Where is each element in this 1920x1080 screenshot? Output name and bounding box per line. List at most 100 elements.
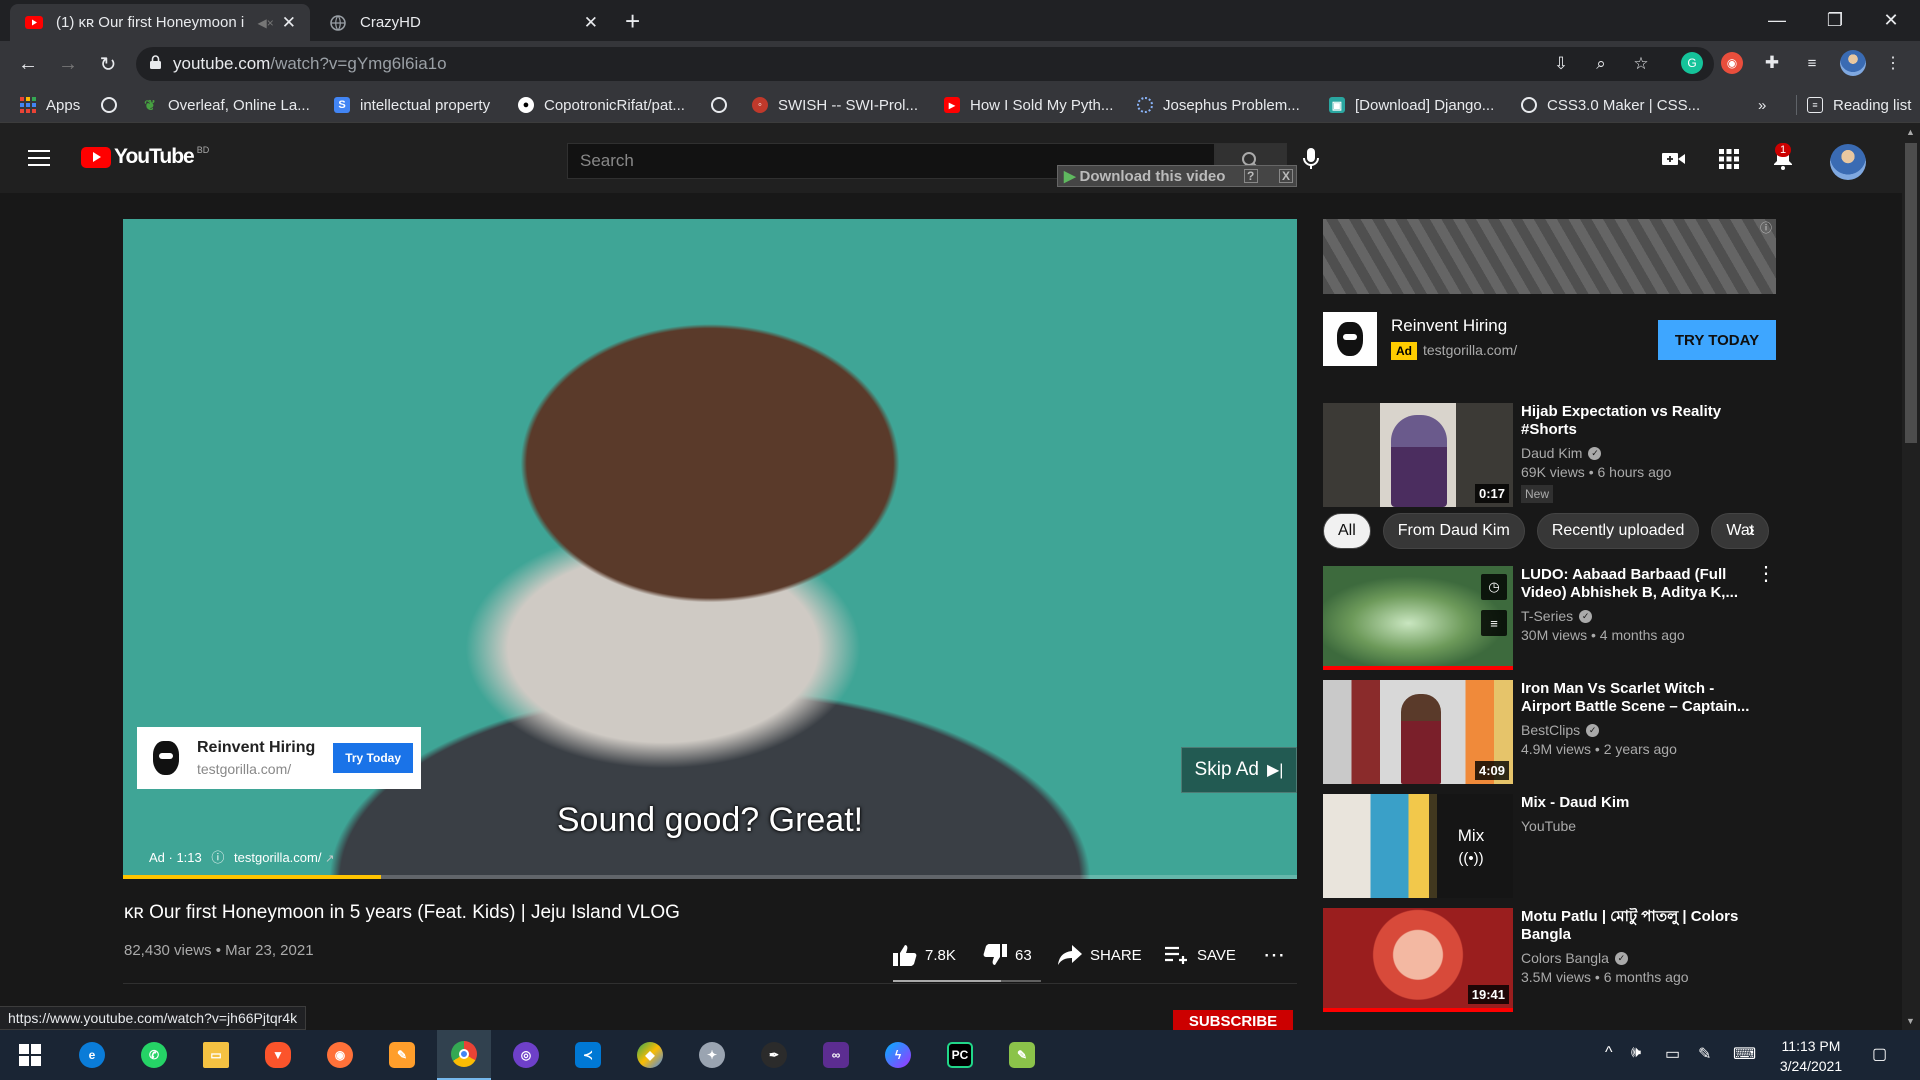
bookmark-globe[interactable] [101, 95, 127, 115]
maximize-button[interactable]: ❐ [1806, 0, 1864, 41]
bookmark-josephus[interactable]: Josephus Problem... [1137, 95, 1300, 115]
system-clock[interactable]: 11:13 PM 3/24/2021 [1772, 1036, 1850, 1076]
close-tab-icon[interactable]: ✕ [282, 13, 296, 33]
new-tab-button[interactable]: + [625, 6, 640, 37]
download-help-icon[interactable]: ? [1243, 169, 1258, 183]
audio-muted-icon[interactable]: ◀× [258, 16, 274, 30]
youtube-logo[interactable]: YouTube BD [81, 145, 209, 169]
chip-all[interactable]: All [1323, 513, 1371, 549]
video-thumbnail[interactable]: ◷ ≡ [1323, 566, 1513, 670]
scrollbar-thumb[interactable] [1905, 143, 1917, 443]
chevron-right-icon[interactable]: › [1748, 519, 1755, 542]
address-bar[interactable]: youtube.com/watch?v=gYmg6l6ia1o [136, 47, 1714, 81]
scroll-down-arrow-icon[interactable]: ▼ [1906, 1016, 1915, 1026]
bookmark-overleaf[interactable]: ❦ Overleaf, Online La... [142, 95, 310, 115]
minimize-button[interactable]: — [1748, 0, 1806, 41]
show-hidden-icons-icon[interactable]: ^ [1605, 1044, 1613, 1062]
external-link-icon[interactable]: ↗ [325, 853, 334, 865]
more-actions-icon[interactable]: ⋯ [1263, 940, 1285, 970]
github-desktop-icon[interactable]: ◎ [499, 1030, 553, 1080]
notepad-icon[interactable]: ✎ [995, 1030, 1049, 1080]
download-video-bar[interactable]: ▶ Download this video ? X [1057, 165, 1297, 187]
bookmark-css-maker[interactable]: CSS3.0 Maker | CSS... [1521, 95, 1700, 115]
bookmark-github[interactable]: ● CopotronicRifat/pat... [518, 95, 685, 115]
messenger-icon[interactable]: ϟ [871, 1030, 925, 1080]
video-thumbnail[interactable]: 19:41 [1323, 908, 1513, 1012]
chip-watched[interactable]: Wat [1711, 513, 1770, 549]
reading-list-button[interactable]: ≡ Reading list [1796, 95, 1911, 115]
app-gray-icon[interactable]: ✦ [685, 1030, 739, 1080]
network-icon[interactable]: ▭ [1665, 1044, 1680, 1064]
add-to-queue-icon[interactable]: ≡ [1481, 610, 1507, 636]
search-input[interactable] [580, 151, 1080, 171]
action-center-icon[interactable]: ▢ [1872, 1044, 1887, 1064]
pen-icon[interactable]: ✎ [1698, 1044, 1711, 1064]
apps-grid-icon[interactable] [1715, 145, 1743, 173]
ad-progress-bar[interactable] [123, 875, 1297, 879]
windows-start-icon[interactable] [3, 1030, 57, 1080]
chip-from-daud-kim[interactable]: From Daud Kim [1382, 513, 1525, 549]
recommended-mix[interactable]: Mix ((•)) Mix - Daud Kim YouTube [1323, 794, 1776, 898]
vscode-icon[interactable]: ≺ [561, 1030, 615, 1080]
download-close-icon[interactable]: X [1278, 169, 1293, 183]
ad-card-try-today-button[interactable]: Try Today [333, 743, 413, 773]
chrome-menu-icon[interactable]: ⋮ [1882, 52, 1904, 74]
tab-youtube[interactable]: (1) ᴋʀ Our first Honeymoon i ◀× ✕ [10, 4, 310, 41]
more-options-icon[interactable]: ⋮ [1756, 564, 1776, 584]
channel-name[interactable]: BestClips ✓ [1521, 722, 1751, 738]
sidebar-ad[interactable]: Reinvent Hiring Ad testgorilla.com/ TRY … [1323, 312, 1776, 368]
puzzle-extensions-icon[interactable]: ✚ [1761, 52, 1783, 74]
bookmark-globe-2[interactable] [711, 95, 737, 115]
close-tab-icon[interactable]: ✕ [584, 13, 598, 33]
visual-studio-icon[interactable]: ∞ [809, 1030, 863, 1080]
recommended-video[interactable]: 19:41 Motu Patlu | মোটু পাতলু | Colors B… [1323, 908, 1776, 1012]
ad-info-icon[interactable]: ⓘ [1760, 219, 1772, 236]
info-icon[interactable]: ⓘ [211, 850, 224, 865]
extension-icon[interactable]: ◉ [1721, 52, 1743, 74]
like-button[interactable]: 7.8K [893, 940, 956, 970]
inkscape-icon[interactable]: ✒ [747, 1030, 801, 1080]
scroll-up-arrow-icon[interactable]: ▲ [1906, 127, 1915, 137]
pycharm-icon[interactable]: PC [933, 1030, 987, 1080]
lock-icon[interactable] [150, 54, 161, 74]
recommended-video[interactable]: 4:09 Iron Man Vs Scarlet Witch - Airport… [1323, 680, 1776, 784]
channel-name[interactable]: T-Series ✓ [1521, 608, 1751, 624]
watch-later-clock-icon[interactable]: ◷ [1481, 574, 1507, 600]
bookmark-intellectual-property[interactable]: Sintellectual property [334, 95, 490, 115]
bookmark-youtube[interactable]: ▶ How I Sold My Pyth... [944, 95, 1113, 115]
share-button[interactable]: SHARE [1058, 940, 1142, 970]
recommended-video[interactable]: ◷ ≡ LUDO: Aabaad Barbaad (Full Video) Ab… [1323, 564, 1776, 670]
brave-icon[interactable]: ▼ [251, 1030, 305, 1080]
channel-name[interactable]: YouTube [1521, 818, 1751, 834]
video-player[interactable]: Sound good? Great! Reinvent Hiring testg… [123, 219, 1297, 879]
volume-icon[interactable]: 🕪 [1631, 1044, 1641, 1062]
skip-ad-button[interactable]: Skip Ad ▶| [1181, 747, 1297, 793]
subscribe-button[interactable]: SUBSCRIBE [1173, 1010, 1293, 1030]
file-explorer-icon[interactable]: ▭ [189, 1030, 243, 1080]
firefox-icon[interactable]: ◉ [313, 1030, 367, 1080]
hamburger-menu-icon[interactable] [28, 150, 50, 166]
zoom-icon[interactable]: ⌕ [1590, 53, 1612, 75]
edge-icon[interactable]: e [65, 1030, 119, 1080]
grammarly-icon[interactable]: G [1681, 52, 1703, 74]
media-queue-icon[interactable]: ≡ [1801, 52, 1823, 74]
recommended-video[interactable]: 0:17 Hijab Expectation vs Reality #Short… [1323, 403, 1776, 507]
ad-link[interactable]: testgorilla.com/ [234, 850, 321, 865]
microphone-icon[interactable] [1302, 147, 1320, 176]
chrome-icon[interactable] [437, 1030, 491, 1080]
try-today-button[interactable]: TRY TODAY [1658, 320, 1776, 360]
save-button[interactable]: SAVE [1165, 940, 1236, 970]
install-app-icon[interactable]: ⇩ [1550, 53, 1572, 75]
create-video-icon[interactable] [1660, 145, 1688, 173]
video-thumbnail[interactable]: 0:17 [1323, 403, 1513, 507]
close-window-button[interactable]: ✕ [1862, 0, 1920, 41]
channel-name[interactable]: Colors Bangla ✓ [1521, 950, 1751, 966]
bookmark-apps[interactable]: Apps [20, 95, 80, 115]
dislike-button[interactable]: 63 [983, 940, 1032, 970]
tab-crazyhd[interactable]: CrazyHD ✕ [314, 4, 612, 41]
keyboard-icon[interactable]: ⌨ [1733, 1044, 1756, 1064]
channel-name[interactable]: Daud Kim ✓ [1521, 445, 1751, 461]
account-avatar[interactable] [1830, 144, 1866, 180]
bookmark-swish[interactable]: ◦ SWISH -- SWI-Prol... [752, 95, 918, 115]
bookmark-star-icon[interactable]: ☆ [1630, 53, 1652, 75]
